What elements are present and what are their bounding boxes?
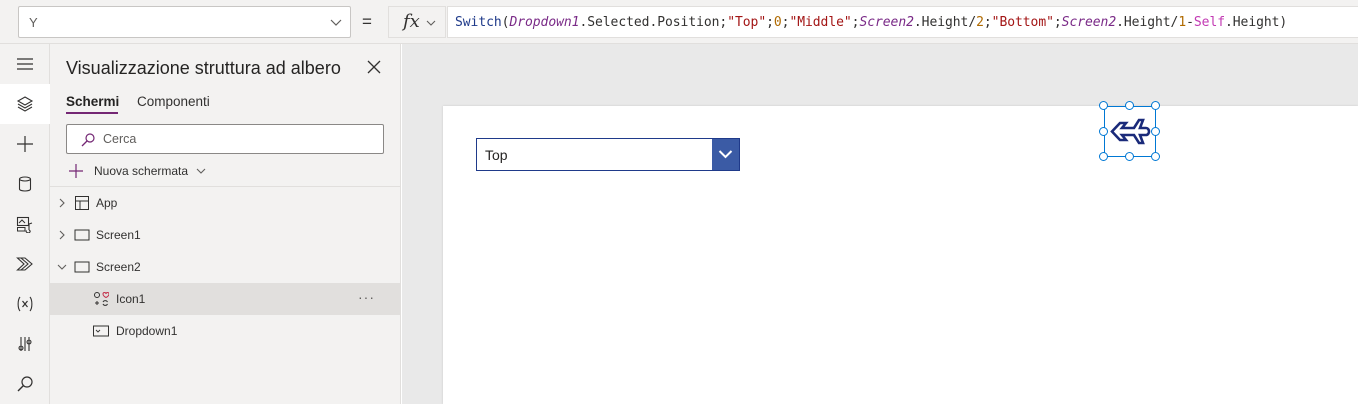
chevron-down-icon (196, 168, 206, 174)
formula-token: .Height/ (1116, 15, 1179, 30)
formula-token: "Middle" (789, 15, 852, 30)
close-icon[interactable] (366, 59, 382, 75)
resize-handle-top-right[interactable] (1151, 101, 1160, 110)
tab-selected-underline (66, 112, 118, 114)
formula-token: ; (1053, 15, 1062, 30)
tree-view-panel: Visualizzazione struttura ad albero Sche… (50, 44, 401, 404)
hamburger-menu-button[interactable] (0, 44, 50, 84)
chevron-right-icon[interactable] (57, 198, 67, 208)
resize-handle-left[interactable] (1099, 127, 1108, 136)
dropdown-expand-button[interactable] (712, 139, 739, 170)
tree-node-screen1[interactable]: Screen1 (50, 219, 400, 251)
formula-token: Switch (455, 15, 502, 30)
fx-button[interactable]: fx (388, 6, 446, 38)
search-icon (17, 376, 33, 392)
resize-handle-bottom-left[interactable] (1099, 152, 1108, 161)
equals-sign: = (362, 12, 372, 31)
search-icon (81, 133, 95, 147)
tree-node-label: App (96, 196, 118, 210)
tree-node-app[interactable]: App (50, 187, 400, 219)
chevron-down-icon[interactable] (57, 262, 67, 272)
tree-search-input[interactable] (103, 130, 373, 148)
tree-view-layers-icon (16, 96, 34, 112)
formula-token: .Height) (1225, 15, 1288, 30)
media-button[interactable] (0, 204, 50, 244)
left-rail (0, 44, 50, 404)
formula-text: Switch(Dropdown1.Selected.Position;"Top"… (455, 15, 1287, 30)
advanced-tools-icon (18, 337, 32, 351)
dropdown-selected-value: Top (485, 147, 508, 163)
data-button[interactable] (0, 164, 50, 204)
insert-button[interactable] (0, 124, 50, 164)
formula-token: Dropdown1 (509, 15, 580, 30)
formula-token: "Top" (727, 15, 767, 30)
power-automate-button[interactable] (0, 244, 50, 284)
resize-handle-top[interactable] (1125, 101, 1134, 110)
tree-node-label: Icon1 (116, 292, 146, 306)
tree-node-label: Dropdown1 (116, 324, 178, 338)
formula-token: ; (983, 15, 992, 30)
tree-node-icon1[interactable]: Icon1 ··· (50, 283, 400, 315)
formula-token: Screen2 (859, 15, 914, 30)
new-screen-button[interactable]: Nuova schermata (68, 162, 206, 180)
search-rail-button[interactable] (0, 364, 50, 404)
resize-handle-bottom-right[interactable] (1151, 152, 1160, 161)
tree-node-dropdown1[interactable]: Dropdown1 (50, 315, 400, 347)
formula-token: 0 (773, 15, 782, 30)
chevron-right-icon[interactable] (57, 230, 67, 240)
variables-button[interactable] (0, 284, 50, 324)
tab-componenti[interactable]: Componenti (137, 94, 210, 109)
property-selector[interactable]: Y (18, 6, 351, 38)
tree-node-label: Screen1 (96, 228, 141, 242)
tree-search-box[interactable] (66, 124, 384, 154)
power-automate-icon (16, 257, 33, 271)
formula-token: - (1186, 15, 1194, 30)
hamburger-menu-icon (17, 58, 33, 70)
icons-control-icon (94, 292, 109, 306)
chevron-down-icon (330, 19, 342, 26)
dropdown1-control[interactable]: Top (476, 138, 740, 171)
resize-handle-bottom[interactable] (1125, 152, 1134, 161)
chevron-down-icon (718, 150, 733, 159)
formula-token: "Bottom" (991, 15, 1054, 30)
screen-icon (74, 261, 90, 273)
icon1-control[interactable] (1099, 101, 1160, 161)
formula-token: Self (1193, 15, 1225, 30)
variables-icon (17, 296, 33, 312)
fx-icon: fx (403, 11, 420, 32)
screen-icon (74, 229, 90, 241)
resize-handle-top-left[interactable] (1099, 101, 1108, 110)
insert-plus-icon (17, 136, 33, 152)
plus-icon (69, 164, 83, 178)
tree-node-screen2[interactable]: Screen2 (50, 251, 400, 283)
formula-token: ; (766, 15, 774, 30)
chevron-down-icon (426, 20, 436, 26)
data-cylinder-icon (18, 176, 32, 192)
formula-bar: Y = fx Switch(Dropdown1.Selected.Positio… (0, 0, 1358, 44)
formula-token: 1 (1178, 15, 1187, 30)
formula-token: Screen2 (1061, 15, 1117, 30)
tab-schermi[interactable]: Schermi (66, 94, 119, 109)
media-icon (16, 216, 33, 233)
tree-view-button[interactable] (0, 84, 50, 124)
tree-view-title: Visualizzazione struttura ad albero (66, 58, 341, 78)
resize-handle-right[interactable] (1151, 127, 1160, 136)
formula-token: .Selected.Position; (579, 15, 728, 30)
tree-node-label: Screen2 (96, 260, 141, 274)
dropdown-control-icon (93, 325, 109, 337)
airplane-icon (1110, 118, 1151, 145)
new-screen-label: Nuova schermata (94, 164, 189, 178)
formula-token: 2 (976, 15, 984, 30)
advanced-tools-button[interactable] (0, 324, 50, 364)
app-icon (75, 196, 89, 210)
more-options-icon[interactable]: ··· (358, 289, 375, 305)
formula-token: .Height/ (913, 15, 977, 30)
property-selector-value: Y (29, 15, 38, 30)
formula-input[interactable]: Switch(Dropdown1.Selected.Position;"Top"… (447, 6, 1358, 38)
